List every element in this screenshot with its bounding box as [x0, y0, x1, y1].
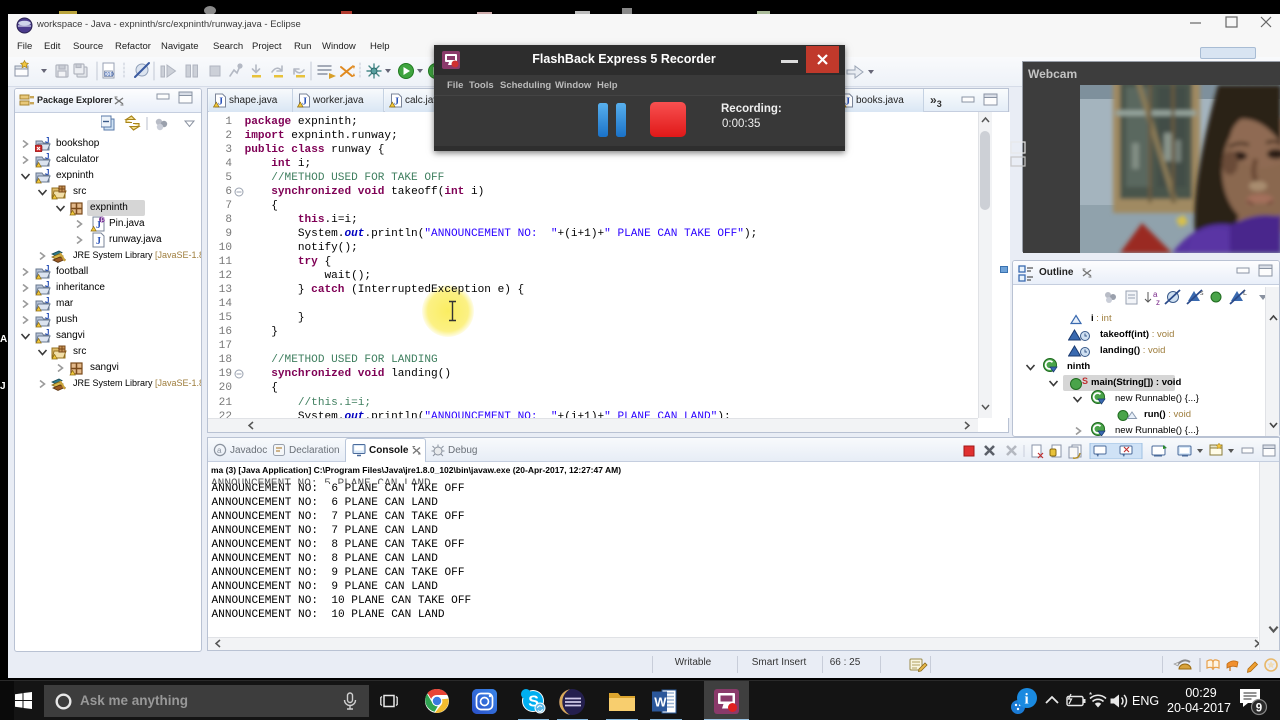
svg-text:s: s — [1200, 290, 1204, 297]
svg-text:J: J — [96, 236, 101, 247]
svg-text:i: i — [1025, 692, 1029, 708]
svg-text:J: J — [45, 168, 49, 177]
svg-text:W: W — [654, 695, 667, 710]
svg-text:a: a — [217, 446, 222, 455]
svg-text:J: J — [45, 280, 49, 289]
svg-text:L: L — [1243, 290, 1247, 297]
svg-text:J: J — [45, 328, 49, 337]
svg-text:9: 9 — [1256, 703, 1262, 715]
svg-text:010: 010 — [105, 72, 114, 78]
svg-text:J: J — [45, 296, 49, 305]
svg-text:z: z — [1156, 298, 1160, 307]
svg-text:*: * — [1089, 692, 1092, 700]
svg-text:J: J — [45, 312, 49, 321]
svg-text:S: S — [1082, 376, 1088, 386]
svg-text:J: J — [45, 152, 49, 161]
svg-text:P: P — [101, 217, 105, 224]
svg-text:J: J — [45, 264, 49, 273]
svg-text:J: J — [45, 136, 49, 145]
